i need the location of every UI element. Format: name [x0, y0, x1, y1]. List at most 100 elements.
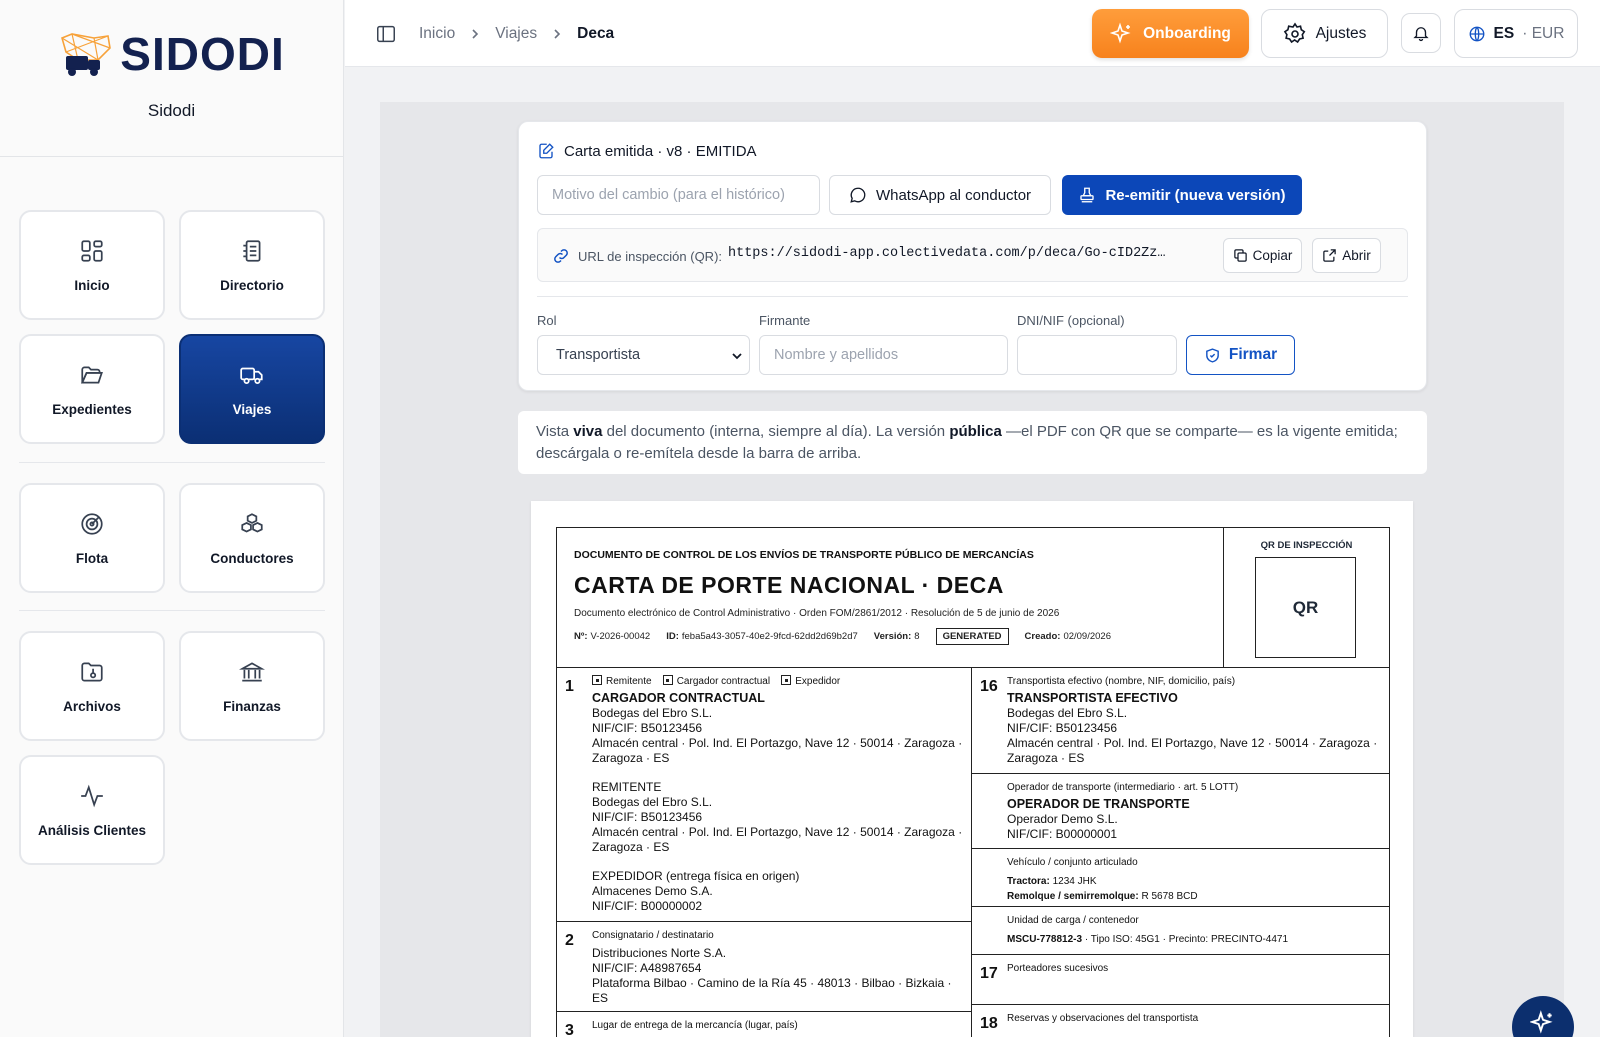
open-url-button[interactable]: Abrir: [1312, 238, 1381, 273]
currency-code: · EUR: [1522, 24, 1565, 42]
onboarding-label: Onboarding: [1143, 24, 1231, 42]
party-name: Operador Demo S.L.: [1007, 812, 1118, 826]
party-title: CARGADOR CONTRACTUAL: [592, 691, 765, 705]
language-currency-button[interactable]: ES · EUR: [1454, 9, 1578, 58]
sparkles-icon: [1110, 21, 1131, 44]
nav-tile-expedientes[interactable]: Expedientes: [19, 334, 165, 444]
rol-select[interactable]: Transportista: [537, 335, 750, 375]
nav-tile-finanzas[interactable]: Finanzas: [179, 631, 325, 741]
nav-group-main: Inicio Directorio Expedientes Viajes: [19, 210, 325, 444]
settings-button[interactable]: Ajustes: [1261, 9, 1388, 58]
sidebar: SIDODI Sidodi Inicio Directorio Expedien…: [0, 0, 344, 1037]
meta-created: 02/09/2026: [1063, 631, 1111, 642]
box-number: 16: [980, 678, 998, 695]
meta-id: feba5a43-3057-40e2-9fcd-62dd2d69b2d7: [681, 631, 858, 642]
nav-tile-conductores[interactable]: Conductores: [179, 483, 325, 593]
nav-tile-flota[interactable]: Flota: [19, 483, 165, 593]
rol-label: Rol: [537, 313, 557, 328]
nav-divider: [19, 610, 325, 611]
vehicle-label: Remolque / semirremolque:: [1007, 891, 1139, 902]
nav-label: Directorio: [220, 277, 284, 293]
note-text: Vista: [536, 423, 574, 440]
party-address: Almacén central · Pol. Ind. El Portazgo,…: [592, 736, 963, 765]
nav-tile-viajes[interactable]: Viajes: [179, 334, 325, 444]
container-code: MSCU-778812-3: [1007, 934, 1083, 945]
box-label: Operador de transporte (intermediario · …: [1007, 782, 1239, 793]
nav-tile-inicio[interactable]: Inicio: [19, 210, 165, 320]
truck-icon: [240, 367, 263, 384]
party-title: OPERADOR DE TRANSPORTE: [1007, 797, 1190, 811]
card-title: Carta emitida · v8 · EMITIDA: [537, 142, 757, 160]
notifications-button[interactable]: [1401, 13, 1441, 53]
nav-tile-analisis-clientes[interactable]: Análisis Clientes: [19, 755, 165, 865]
radar-icon: [81, 512, 103, 535]
box-number: 3: [565, 1022, 574, 1037]
copy-url-button[interactable]: Copiar: [1223, 238, 1302, 273]
tractor-plate: 1234 JHK: [1052, 876, 1097, 887]
stamp-icon: [1080, 187, 1095, 203]
chat-bubble-icon: [850, 187, 866, 203]
nav-tile-directorio[interactable]: Directorio: [179, 210, 325, 320]
box-number: 1: [565, 678, 574, 695]
nav-label: Expedientes: [52, 401, 132, 417]
nav-label: Análisis Clientes: [37, 822, 147, 838]
whatsapp-driver-button[interactable]: WhatsApp al conductor: [829, 175, 1051, 215]
link-icon: [554, 249, 568, 263]
nav-divider: [19, 462, 325, 463]
issued-letter-card: Carta emitida · v8 · EMITIDA Motivo del …: [518, 121, 1427, 391]
bank-icon: [239, 661, 265, 682]
document-header: DOCUMENTO DE CONTROL DE LOS ENVÍOS DE TR…: [557, 528, 1224, 668]
sign-button[interactable]: Firmar: [1186, 335, 1295, 375]
nav-tile-archivos[interactable]: Archivos: [19, 631, 165, 741]
boxes-icon: [241, 512, 263, 533]
box-18-reservations: 18 Reservas y observaciones del transpor…: [972, 1005, 1389, 1037]
header-caption: DOCUMENTO DE CONTROL DE LOS ENVÍOS DE TR…: [574, 549, 1034, 561]
party-nif: NIF/CIF: A48987654: [592, 961, 702, 975]
box-label: Consignatario / destinatario: [592, 930, 714, 941]
open-label: Abrir: [1342, 248, 1371, 263]
qr-section: QR DE INSPECCIÓN QR: [1224, 528, 1389, 668]
onboarding-button[interactable]: Onboarding: [1092, 9, 1249, 58]
nav-label: Inicio: [74, 277, 110, 293]
language-code: ES: [1493, 24, 1515, 42]
folder-open-icon: [80, 366, 103, 383]
vehicle-label: Tractora:: [1007, 876, 1050, 887]
breadcrumb-viajes[interactable]: Viajes: [495, 25, 537, 43]
nav-group-data: Archivos Finanzas Análisis Clientes: [19, 631, 325, 865]
note-bold: pública: [949, 423, 1002, 440]
trailer-plate: R 5678 BCD: [1141, 891, 1198, 902]
party-title: REMITENTE: [592, 780, 662, 794]
party-name: Bodegas del Ebro S.L.: [592, 795, 713, 809]
inspection-url-value[interactable]: https://sidodi-app.colectivedata.com/p/d…: [728, 246, 1208, 261]
card-divider: [537, 296, 1408, 297]
party-title: EXPEDIDOR (entrega física en origen): [592, 869, 800, 883]
dni-label: DNI/NIF (opcional): [1017, 313, 1125, 328]
reissue-button[interactable]: Re-emitir (nueva versión): [1062, 175, 1302, 215]
inspection-url-box: URL de inspección (QR): https://sidodi-a…: [537, 228, 1408, 282]
dni-input[interactable]: [1017, 335, 1177, 375]
edit-document-icon: [539, 143, 554, 159]
box-3-delivery-place: 3 Lugar de entrega de la mercancía (luga…: [557, 1012, 972, 1037]
party-address: Almacén central · Pol. Ind. El Portazgo,…: [592, 825, 963, 854]
change-reason-input[interactable]: Motivo del cambio (para el histórico): [537, 175, 820, 215]
nav-label: Conductores: [210, 550, 294, 566]
box-17-successive-carriers: 17 Porteadores sucesivos: [972, 955, 1389, 1005]
party-nif: NIF/CIF: B50123456: [592, 721, 703, 735]
nav-label: Viajes: [232, 401, 272, 417]
box-label: Vehículo / conjunto articulado: [1007, 857, 1138, 868]
logo[interactable]: SIDODI: [58, 27, 284, 81]
box-label: Transportista efectivo (nombre, NIF, dom…: [1007, 676, 1236, 687]
box-1-body: Remitente Cargador contractual Expedidor…: [592, 674, 963, 914]
box-16-carrier: 16 Transportista efectivo (nombre, NIF, …: [972, 668, 1389, 774]
box-18-body: Reservas y observaciones del transportis…: [1007, 1011, 1381, 1026]
copy-label: Copiar: [1252, 248, 1293, 263]
box-number: 2: [565, 932, 574, 949]
signer-name-input[interactable]: Nombre y apellidos: [759, 335, 1008, 375]
box-label: Lugar de entrega de la mercancía (lugar,…: [592, 1020, 798, 1031]
sidebar-toggle-icon[interactable]: [375, 23, 397, 45]
org-name: Sidodi: [147, 101, 196, 120]
activity-icon: [81, 784, 103, 807]
box-label: Reservas y observaciones del transportis…: [1007, 1013, 1199, 1024]
truck-logo-icon: [61, 33, 112, 76]
breadcrumb-inicio[interactable]: Inicio: [419, 25, 455, 43]
